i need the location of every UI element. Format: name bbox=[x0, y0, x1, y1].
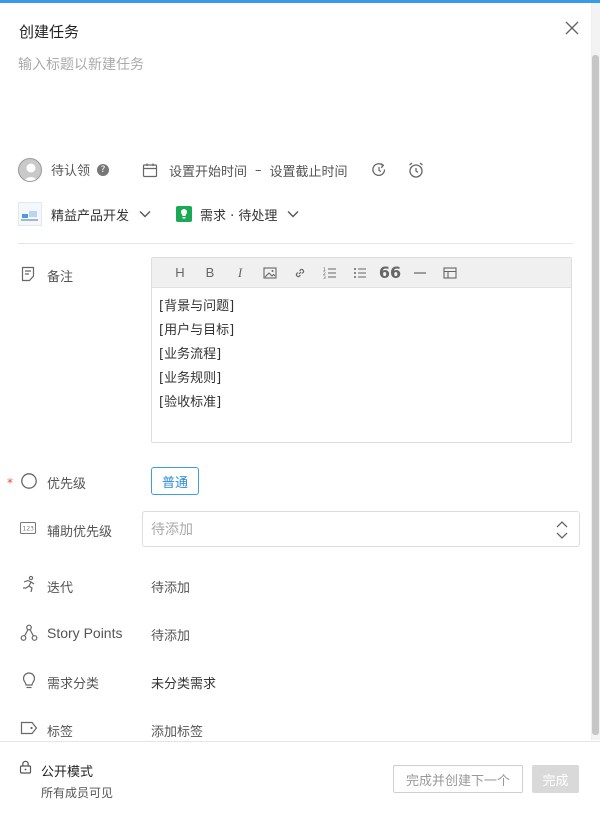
repeat-icon[interactable] bbox=[370, 161, 388, 179]
editor-content[interactable]: [背景与问题] [用户与目标] [业务流程] [业务规则] [验收标准] bbox=[152, 288, 571, 422]
image-icon[interactable] bbox=[255, 258, 285, 288]
start-time-button[interactable]: 设置开始时间 bbox=[169, 161, 247, 180]
assignee-avatar[interactable] bbox=[18, 157, 42, 182]
tags-value[interactable]: 添加标签 bbox=[151, 721, 203, 740]
editor-line: [业务流程] bbox=[159, 347, 222, 362]
close-icon[interactable] bbox=[562, 18, 582, 38]
story-points-label: Story Points bbox=[47, 625, 123, 641]
editor-line: [业务规则] bbox=[159, 371, 222, 386]
iteration-value[interactable]: 待添加 bbox=[151, 577, 190, 596]
dialog-title: 创建任务 bbox=[19, 23, 80, 41]
due-time-button[interactable]: 设置截止时间 bbox=[270, 161, 348, 180]
lightbulb-icon bbox=[21, 672, 37, 690]
lock-icon bbox=[19, 760, 32, 774]
sub-priority-placeholder: 待添加 bbox=[151, 522, 193, 538]
iteration-runner-icon bbox=[20, 575, 38, 593]
divider bbox=[18, 243, 573, 244]
assignee-label[interactable]: 待认领 bbox=[51, 160, 90, 179]
editor-line: [背景与问题] bbox=[159, 299, 235, 314]
svg-text:3: 3 bbox=[323, 275, 326, 280]
story-points-icon bbox=[20, 624, 38, 642]
bullet-list-icon[interactable] bbox=[345, 258, 375, 288]
priority-icon bbox=[20, 472, 38, 490]
editor-line: [用户与目标] bbox=[159, 323, 235, 338]
chevron-down-icon[interactable] bbox=[286, 207, 300, 221]
scrollbar-thumb[interactable] bbox=[592, 55, 599, 735]
editor-toolbar: H B I 123 66 bbox=[152, 258, 571, 288]
done-button[interactable]: 完成 bbox=[532, 765, 579, 793]
story-points-value[interactable]: 待添加 bbox=[151, 625, 190, 644]
help-icon[interactable]: ? bbox=[97, 163, 110, 176]
project-name[interactable]: 精益产品开发 bbox=[51, 205, 129, 224]
tag-icon bbox=[20, 721, 38, 735]
visibility-mode-desc: 所有成员可见 bbox=[41, 786, 114, 800]
heading-button[interactable]: H bbox=[165, 258, 195, 288]
chevron-updown-icon bbox=[555, 520, 569, 540]
required-marker: * bbox=[7, 476, 13, 490]
project-icon bbox=[18, 202, 42, 226]
category-label: 需求分类 bbox=[47, 677, 100, 692]
table-icon[interactable] bbox=[435, 258, 465, 288]
iteration-label: 迭代 bbox=[47, 581, 74, 596]
tags-label: 标签 bbox=[47, 725, 74, 740]
notes-label: 备注 bbox=[47, 270, 74, 285]
task-title-input[interactable] bbox=[18, 54, 558, 76]
type-status[interactable]: 需求 · 待处理 bbox=[200, 205, 277, 224]
bold-button[interactable]: B bbox=[195, 258, 225, 288]
ordered-list-icon[interactable]: 123 bbox=[315, 258, 345, 288]
notes-editor[interactable]: H B I 123 66 [背景与问题] [用户与目标] [业务流程] [业务规… bbox=[151, 257, 572, 443]
editor-line: [验收标准] bbox=[159, 395, 222, 410]
alarm-icon[interactable] bbox=[407, 161, 425, 179]
number-field-icon: 123 bbox=[20, 522, 36, 534]
link-icon[interactable] bbox=[285, 258, 315, 288]
sub-priority-select[interactable]: 待添加 bbox=[142, 511, 580, 547]
requirement-type-icon bbox=[176, 206, 192, 222]
calendar-icon[interactable] bbox=[142, 162, 158, 178]
horizontal-rule-icon[interactable] bbox=[405, 258, 435, 288]
priority-label: 优先级 bbox=[47, 477, 87, 492]
category-value[interactable]: 未分类需求 bbox=[151, 673, 216, 692]
priority-tag[interactable]: 普通 bbox=[151, 467, 199, 495]
visibility-mode-title[interactable]: 公开模式 bbox=[41, 761, 93, 780]
svg-text:123: 123 bbox=[23, 526, 35, 533]
create-next-button[interactable]: 完成并创建下一个 bbox=[393, 765, 523, 793]
italic-button[interactable]: I bbox=[225, 258, 255, 288]
chevron-down-icon[interactable] bbox=[138, 207, 152, 221]
quote-icon[interactable]: 66 bbox=[375, 258, 405, 288]
top-accent-bar bbox=[0, 0, 600, 3]
time-separator: – bbox=[255, 162, 262, 178]
notes-icon bbox=[20, 266, 36, 282]
sub-priority-label: 辅助优先级 bbox=[47, 525, 113, 540]
